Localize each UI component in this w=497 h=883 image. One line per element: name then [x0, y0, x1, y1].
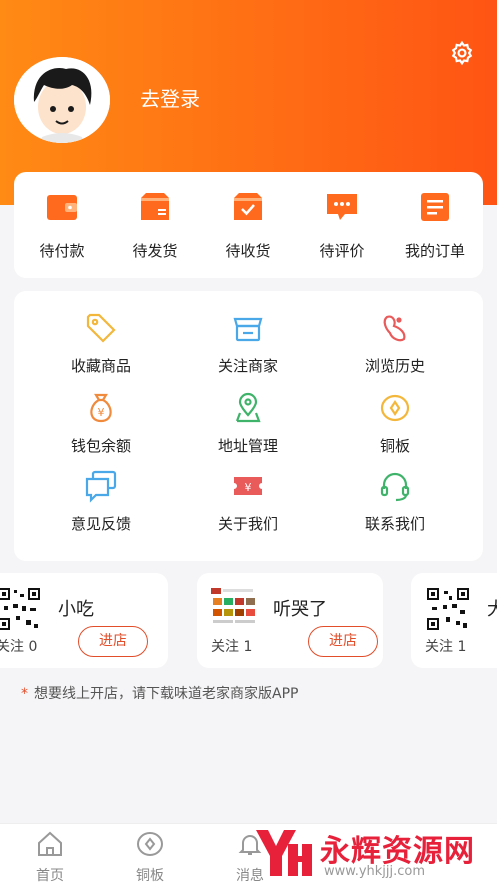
store-icon: [233, 317, 263, 342]
tool-label: 收藏商品: [70, 357, 131, 375]
box-icon: [141, 193, 169, 220]
tool-about[interactable]: ¥ 关于我们: [173, 469, 323, 534]
tool-feedback[interactable]: 意见反馈: [26, 469, 176, 534]
tab-home[interactable]: 首页: [0, 830, 100, 883]
tab-label: 铜板: [136, 868, 164, 883]
svg-text:¥: ¥: [98, 406, 105, 419]
home-icon: [38, 831, 62, 856]
shop-carousel[interactable]: 小吃 关注 0 进店 听哭了 关注 1 进店 大 关注 1: [0, 573, 497, 669]
tool-label: 钱包余额: [70, 437, 131, 455]
tool-label: 意见反馈: [70, 515, 131, 533]
gear-icon[interactable]: [449, 40, 475, 66]
feedback-icon: [85, 470, 117, 503]
wallet-icon: [47, 195, 77, 220]
tool-contact[interactable]: 联系我们: [320, 469, 470, 534]
order-pending-receipt[interactable]: 待收货: [206, 190, 290, 261]
order-list-icon: [421, 193, 449, 221]
shop-card[interactable]: 小吃 关注 0 进店: [0, 573, 168, 668]
watermark-logo-icon: [256, 830, 312, 876]
footprint-icon: [383, 315, 406, 342]
shop-thumbnail: [211, 586, 257, 632]
tool-favorites[interactable]: 收藏商品: [26, 311, 176, 376]
tools-card: 收藏商品 关注商家 浏览历史 ¥ 钱包余额 地址管理 铜板 意见反馈 ¥ 关于我…: [14, 291, 483, 561]
order-pending-shipment[interactable]: 待发货: [113, 190, 197, 261]
tag-icon: [86, 313, 116, 343]
tool-label: 铜板: [379, 437, 410, 455]
tool-label: 浏览历史: [364, 357, 425, 375]
order-pending-payment[interactable]: 待付款: [20, 190, 104, 261]
site-watermark: 永辉资源网 www.yhkjjj.com: [252, 824, 497, 883]
tool-label: 关于我们: [217, 515, 278, 533]
avatar[interactable]: [14, 57, 110, 143]
tab-label: 首页: [36, 868, 64, 883]
eye-coin-icon: [137, 832, 163, 856]
shop-follow-count: 关注 1: [425, 639, 467, 655]
shop-name: 小吃: [58, 599, 94, 620]
coin-icon: [380, 394, 410, 422]
login-link[interactable]: 去登录: [140, 83, 200, 112]
tab-coins[interactable]: 铜板: [100, 830, 200, 883]
required-mark: *: [21, 686, 28, 702]
order-pending-review[interactable]: 待评价: [300, 190, 384, 261]
tool-label: 联系我们: [364, 515, 425, 533]
package-check-icon: [234, 193, 262, 220]
enter-shop-button[interactable]: 进店: [308, 626, 378, 657]
chat-bubble-icon: [327, 194, 357, 220]
tool-label: 关注商家: [217, 357, 278, 375]
tool-address[interactable]: 地址管理: [173, 391, 323, 456]
open-store-notice: * 想要线上开店，请下载味道老家商家版APP: [21, 683, 298, 703]
shop-follow-count: 关注 1: [211, 639, 253, 655]
tool-wallet[interactable]: ¥ 钱包余额: [26, 391, 176, 456]
headset-icon: [380, 472, 410, 502]
ticket-icon: ¥: [234, 477, 262, 495]
shop-name: 听哭了: [273, 599, 327, 620]
shop-card[interactable]: 听哭了 关注 1 进店: [197, 573, 383, 668]
order-label: 待收货: [225, 242, 271, 260]
money-bag-icon: ¥: [90, 393, 112, 423]
notice-text: 想要线上开店，请下载味道老家商家版APP: [34, 686, 299, 702]
tool-history[interactable]: 浏览历史: [320, 311, 470, 376]
order-label: 待发货: [132, 242, 178, 260]
order-label: 待评价: [319, 242, 365, 260]
watermark-url: www.yhkjjj.com: [324, 864, 426, 879]
tool-followed-stores[interactable]: 关注商家: [173, 311, 323, 376]
shop-card[interactable]: 大 关注 1: [411, 573, 497, 668]
shop-name: 大: [487, 599, 497, 620]
order-label: 我的订单: [404, 242, 465, 260]
tool-coins[interactable]: 铜板: [320, 391, 470, 456]
svg-text:¥: ¥: [245, 481, 252, 494]
shop-follow-count: 关注 0: [0, 639, 38, 655]
orders-card: 待付款 待发货 待收货 待评价 我的订单: [14, 172, 483, 278]
enter-shop-button[interactable]: 进店: [78, 626, 148, 657]
order-label: 待付款: [39, 242, 85, 260]
shop-qr-thumbnail: [0, 586, 42, 632]
order-all[interactable]: 我的订单: [393, 190, 477, 261]
tool-label: 地址管理: [217, 437, 278, 455]
location-pin-icon: [235, 392, 261, 423]
shop-qr-thumbnail: [425, 586, 471, 632]
